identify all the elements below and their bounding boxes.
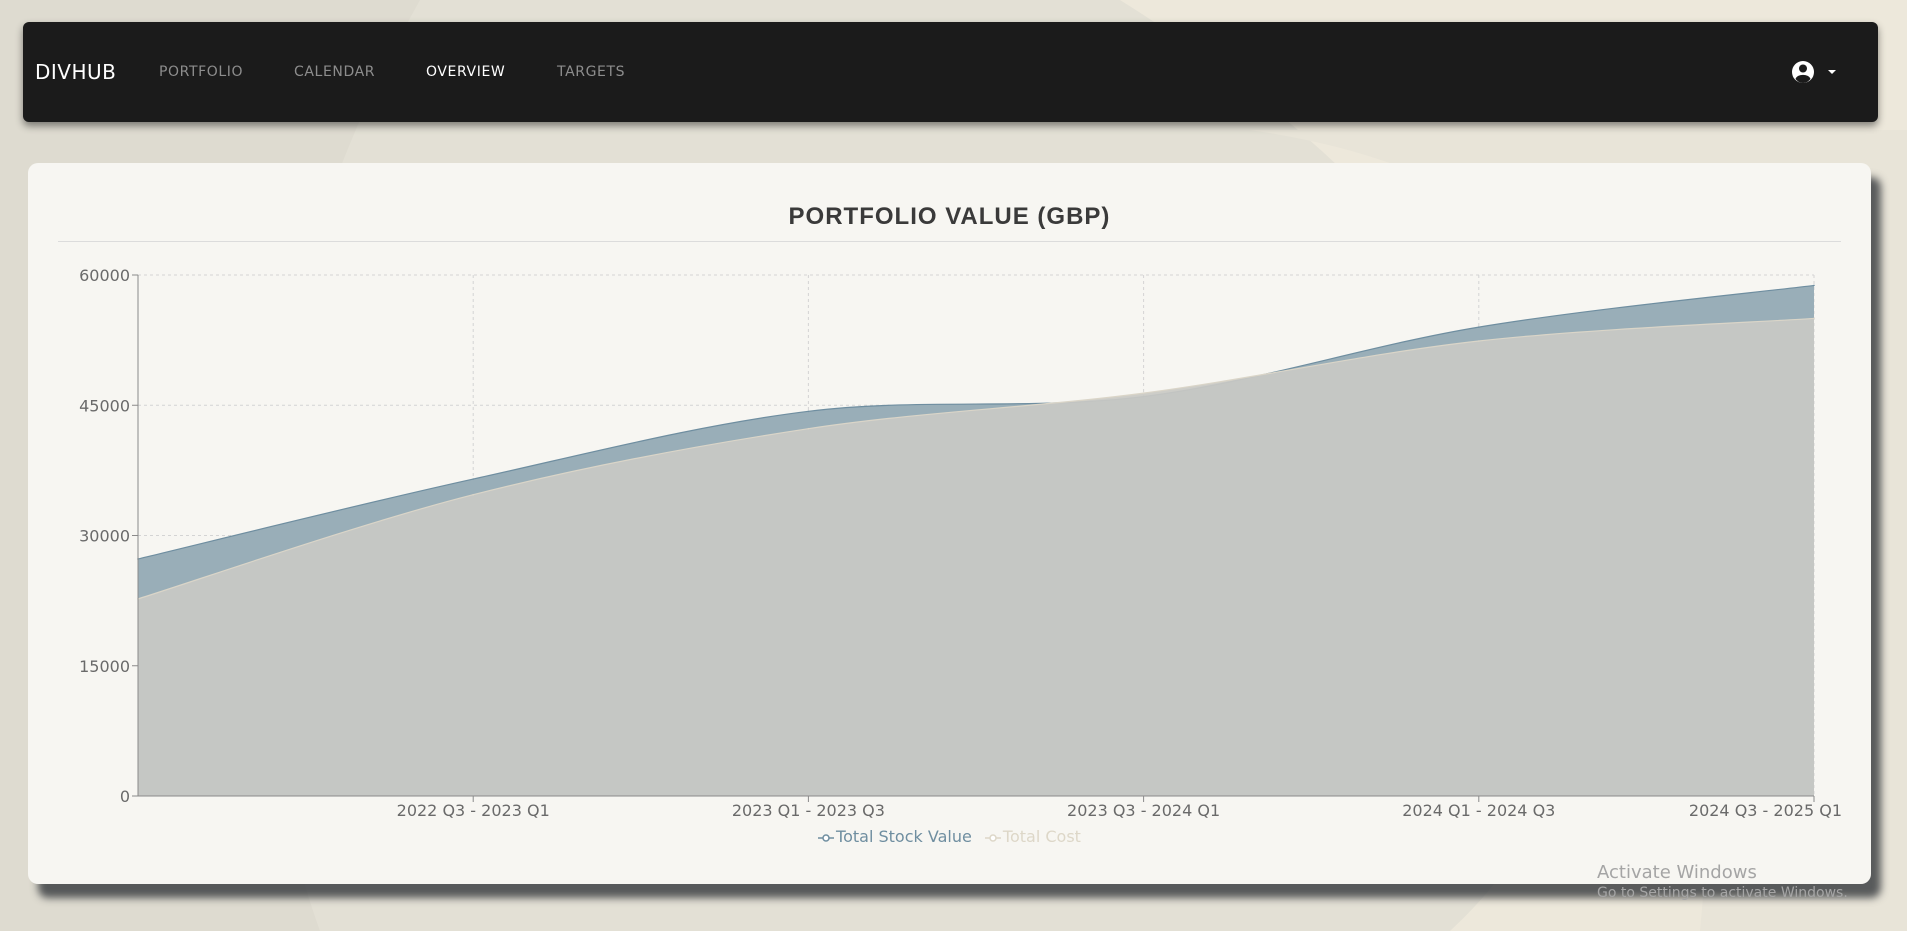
legend-total-stock-value[interactable]: Total Stock Value	[818, 827, 972, 846]
y-tick-label: 0	[120, 787, 130, 806]
nav-overview[interactable]: OVERVIEW	[426, 22, 505, 122]
x-tick-label: 2023 Q1 - 2023 Q3	[732, 801, 885, 820]
point-total-cost	[472, 493, 475, 496]
point-stock-value	[472, 478, 475, 480]
y-tick-label: 60000	[79, 266, 130, 285]
nav-targets[interactable]: TARGETS	[557, 22, 625, 122]
brand-logo[interactable]: DIVHUB	[35, 22, 116, 122]
legend-label-stock: Total Stock Value	[836, 827, 972, 846]
point-total-cost	[1142, 392, 1145, 394]
x-tick-label: 2022 Q3 - 2023 Q1	[397, 801, 550, 820]
point-total-cost	[1813, 317, 1815, 320]
y-tick-label: 15000	[79, 657, 130, 676]
x-tick-label: 2023 Q3 - 2024 Q1	[1067, 801, 1220, 820]
legend-total-cost[interactable]: Total Cost	[984, 827, 1081, 846]
nav-portfolio[interactable]: PORTFOLIO	[159, 22, 243, 122]
watermark-title: Activate Windows	[1597, 862, 1757, 883]
portfolio-value-card: PORTFOLIO VALUE (GBP) 0 15000 30000 45000 60…	[28, 163, 1871, 884]
x-tick-label: 2024 Q3 - 2025 Q1	[1689, 801, 1842, 820]
point-total-cost	[807, 427, 810, 430]
point-stock-value	[1813, 284, 1815, 287]
area-total-cost	[138, 318, 1814, 796]
caret-down-icon	[1828, 70, 1836, 74]
user-circle-icon	[1792, 61, 1814, 83]
point-stock-value	[1478, 326, 1480, 328]
point-total-cost	[1478, 340, 1480, 342]
portfolio-value-chart: 0 15000 30000 45000 60000 2022 Q3 - 2023 Q1 20…	[79, 266, 1842, 820]
x-tick-label: 2024 Q1 - 2024 Q3	[1402, 801, 1555, 820]
user-menu-toggle[interactable]	[1791, 58, 1851, 88]
legend-label-cost: Total Cost	[1002, 827, 1081, 846]
point-stock-value	[807, 410, 810, 413]
y-tick-label: 45000	[79, 396, 130, 415]
top-navbar: DIVHUB PORTFOLIO CALENDAR OVERVIEW TARGE…	[23, 22, 1878, 122]
legend-marker-cost-icon	[984, 833, 1001, 842]
activate-windows-watermark: Activate Windows Go to Settings to activ…	[1597, 862, 1848, 901]
nav-calendar[interactable]: CALENDAR	[294, 22, 375, 122]
chart-legend: Total Stock Value Total Cost	[28, 827, 1871, 846]
legend-marker-stock-icon	[818, 833, 835, 842]
watermark-subtitle: Go to Settings to activate Windows.	[1597, 885, 1848, 901]
y-tick-label: 30000	[79, 527, 130, 546]
